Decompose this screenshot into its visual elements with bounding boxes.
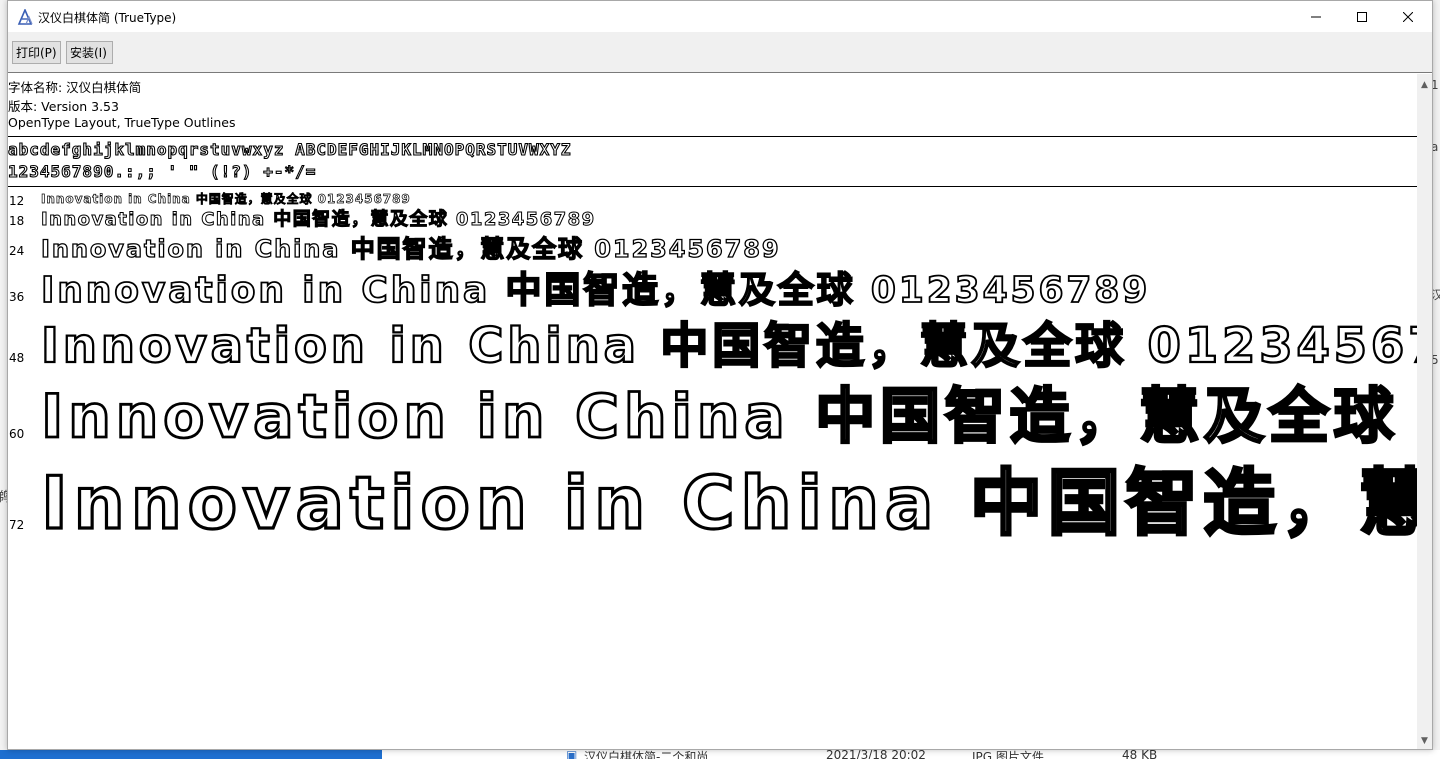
divider (8, 186, 1417, 187)
charset-digits-symbols: 1234567890.:,; ' " (!?) +-*/= (8, 161, 317, 181)
sample-text-36: Innovation in China 中国智造，慧及全球 0123456789 (40, 270, 1151, 311)
font-version-line: 版本: Version 3.53 (8, 99, 119, 114)
minimize-button[interactable] (1293, 1, 1339, 32)
sample-text-72: Innovation in China 中国智造，慧及全球 0123456789 (39, 461, 1417, 545)
sample-text-48: Innovation in China 中国智造，慧及全球 0123456789 (40, 318, 1417, 374)
close-icon (1403, 11, 1413, 22)
sample-text-18: Innovation in China 中国智造，慧及全球 0123456789 (41, 209, 596, 230)
vertical-scrollbar[interactable]: ▲ ▼ (1417, 74, 1432, 749)
title-bar[interactable]: 汉仪白棋体简 (TrueType) (8, 1, 1432, 32)
font-app-icon (17, 9, 33, 25)
scroll-down-icon[interactable]: ▼ (1421, 736, 1428, 746)
background-window-edge-right: 1 a 汉 5 (1431, 0, 1440, 759)
font-viewer-window: 汉仪白棋体简 (TrueType) 打印(P) 安装(I) 字体名称: 汉仪白棋… (7, 0, 1433, 750)
sample-size-label: 48 (9, 351, 25, 365)
sample-size-label: 60 (9, 427, 25, 441)
sample-size-label: 18 (9, 214, 25, 228)
charset-letters: abcdefghijklmnopqrstuvwxyz ABCDEFGHIJKLM… (8, 139, 572, 159)
print-button[interactable]: 打印(P) (12, 41, 61, 64)
font-name-line: 字体名称: 汉仪白棋体简 (8, 80, 142, 95)
install-button[interactable]: 安装(I) (66, 41, 113, 64)
window-title: 汉仪白棋体简 (TrueType) (38, 11, 177, 25)
close-button[interactable] (1385, 1, 1431, 32)
sample-text-12: Innovation in China 中国智造，慧及全球 0123456789 (41, 192, 411, 206)
font-outline-line: OpenType Layout, TrueType Outlines (8, 115, 236, 130)
scroll-up-icon[interactable]: ▲ (1421, 80, 1428, 90)
font-preview-pane: 字体名称: 汉仪白棋体简 版本: Version 3.53 OpenType L… (8, 74, 1417, 749)
sample-size-label: 24 (9, 244, 25, 258)
background-panel (0, 750, 382, 759)
minimize-icon (1311, 16, 1321, 17)
toolbar: 打印(P) 安装(I) (8, 32, 1432, 73)
maximize-button[interactable] (1339, 1, 1385, 32)
maximize-icon (1357, 11, 1367, 22)
sample-text-24: Innovation in China 中国智造，慧及全球 0123456789 (40, 235, 781, 263)
sample-size-label: 36 (9, 290, 25, 304)
sample-text-60: Innovation in China 中国智造，慧及全球 0123456789 (40, 382, 1417, 452)
sample-size-label: 12 (9, 194, 25, 208)
sample-size-label: 72 (9, 518, 25, 532)
divider (8, 136, 1417, 137)
